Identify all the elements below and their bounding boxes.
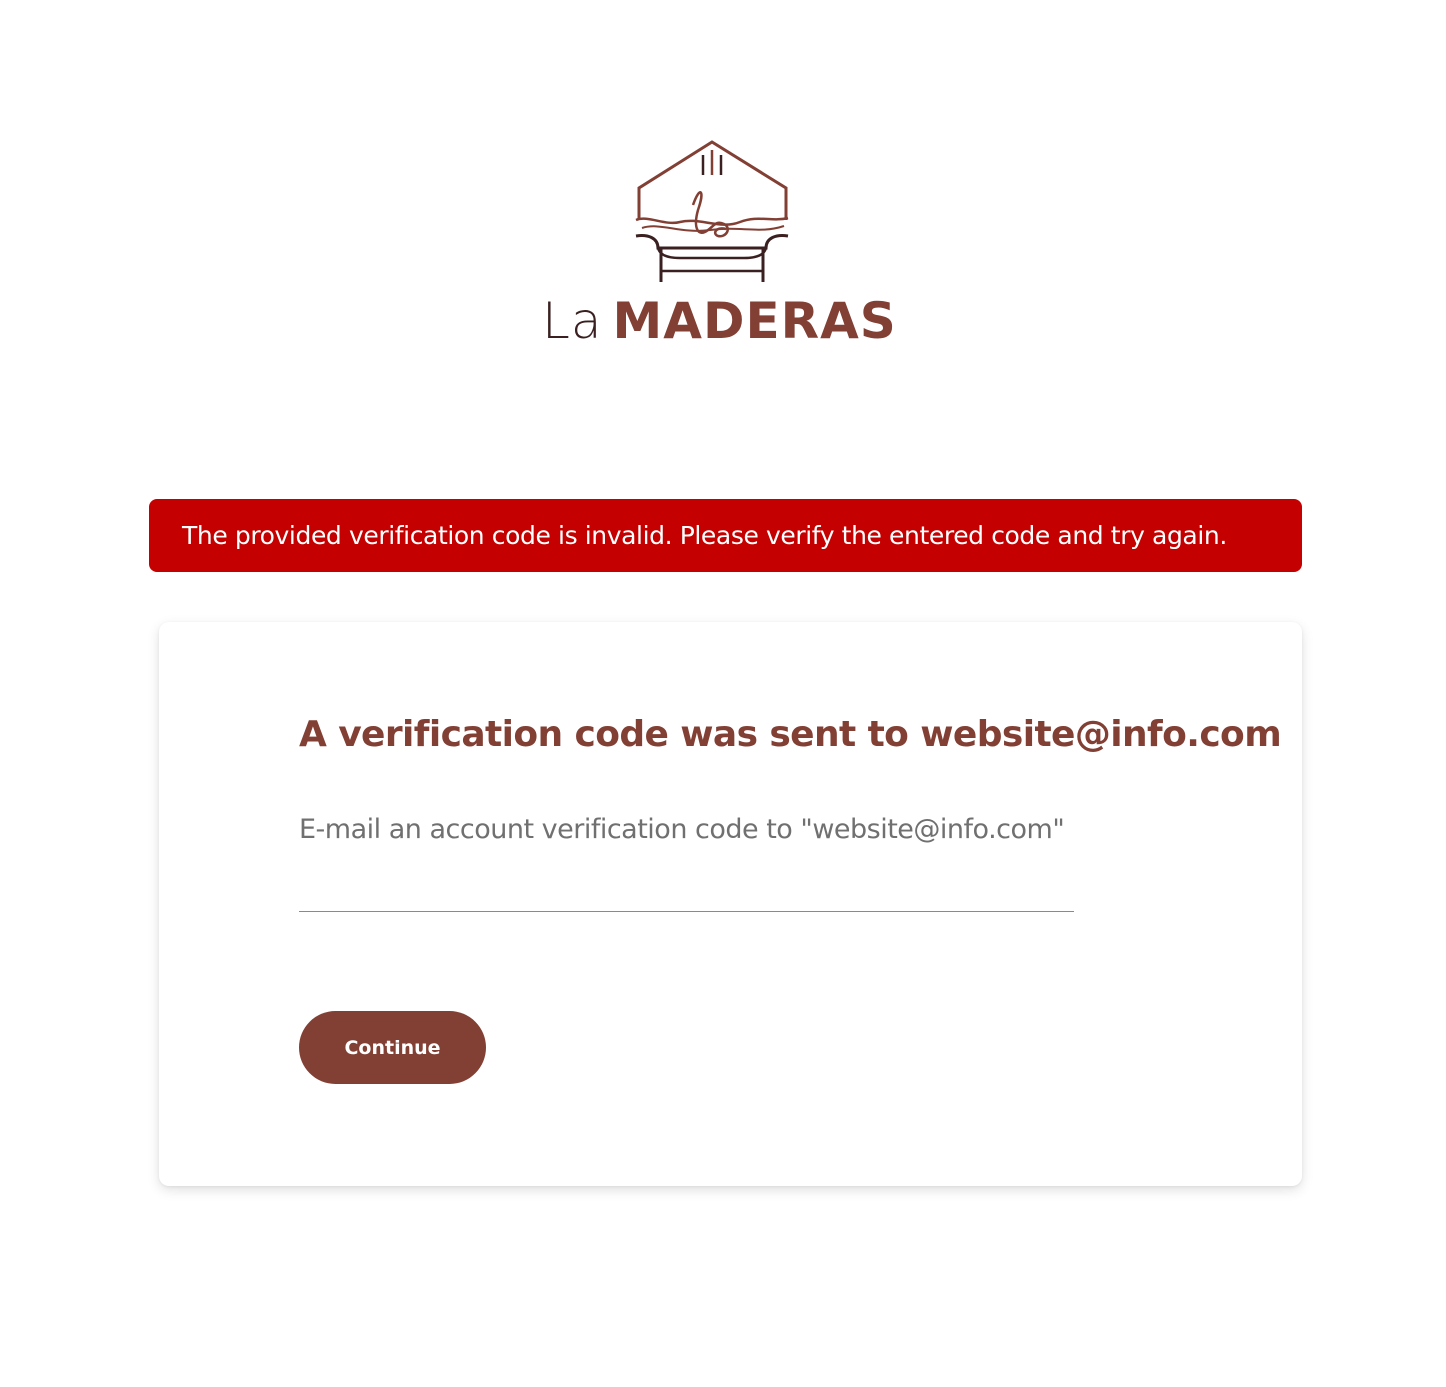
continue-button[interactable]: Continue [299,1011,486,1084]
verification-code-label: E-mail an account verification code to "… [299,814,1065,845]
verification-code-input[interactable] [299,872,1074,912]
card-heading: A verification code was sent to website@… [299,714,1282,755]
verification-page: La MADERAS The provided verification code… [0,0,1446,1387]
armchair-house-logo-icon [635,140,789,282]
error-banner: The provided verification code is invali… [149,499,1302,572]
error-message: The provided verification code is invali… [182,521,1227,550]
brand-wordmark: La MADERAS [542,296,897,346]
verification-card: A verification code was sent to website@… [159,622,1302,1186]
brand-name-prefix: La [542,292,603,350]
brand-name-main: MADERAS [612,292,897,350]
